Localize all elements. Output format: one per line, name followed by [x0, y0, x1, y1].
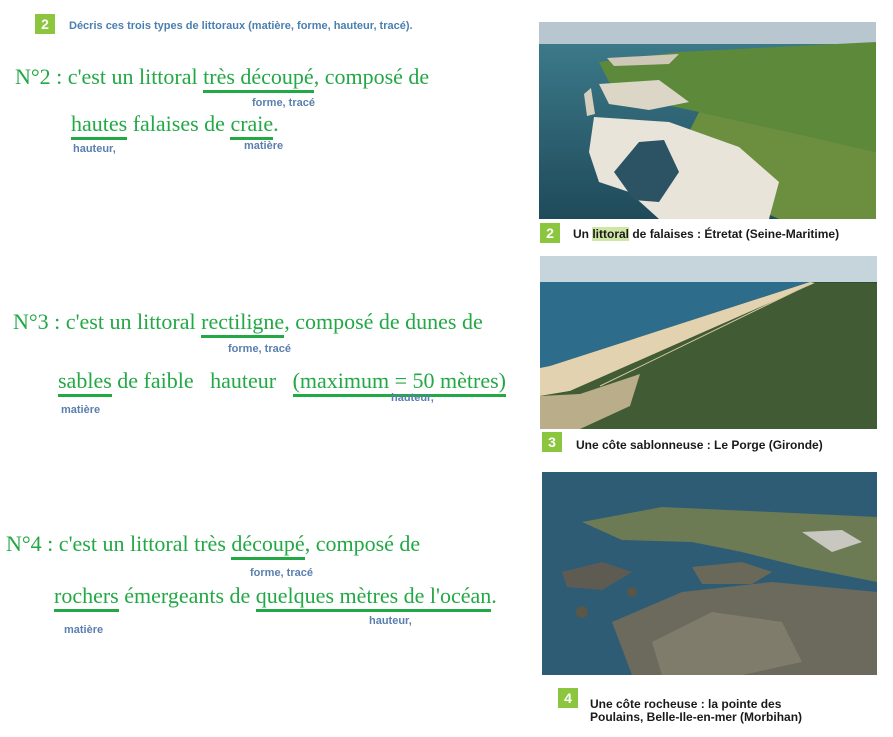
photo-pointe-des-poulains	[542, 472, 877, 675]
exercise-number-badge: 2	[35, 14, 55, 34]
underline-sables: sables	[58, 368, 112, 397]
photo-4-badge: 4	[558, 688, 578, 708]
underline-decoupe: découpé	[231, 531, 305, 560]
answer-3-line-2: sables de faible hauteur (maximum = 50 m…	[58, 368, 506, 397]
exercise-instruction: Décris ces trois types de littoraux (mat…	[69, 20, 413, 32]
photo-le-porge-beach	[540, 256, 877, 429]
answer-2-line-2: hautes falaises de craie.	[71, 111, 279, 140]
photo-3-caption: Une côte sablonneuse : Le Porge (Gironde…	[576, 438, 823, 452]
note-matiere: matière	[61, 404, 101, 416]
underline-craie: craie	[230, 111, 274, 140]
underline-quelques-metres: quelques mètres de l'océan	[255, 583, 492, 612]
note-hauteur: hauteur,	[369, 615, 412, 627]
note-forme-trace: forme, tracé	[252, 97, 315, 109]
answer-3-line-1: N°3 : c'est un littoral rectiligne, comp…	[13, 309, 483, 338]
note-forme-trace: forme, tracé	[250, 567, 313, 579]
underline-rectiligne: rectiligne	[201, 309, 285, 338]
photo-2-badge: 2	[540, 223, 560, 243]
underline-tres-decoupe: très découpé	[203, 64, 314, 93]
underline-hautes: hautes	[71, 111, 128, 140]
note-matiere: matière	[64, 624, 104, 636]
note-matiere: matière	[244, 140, 284, 152]
answer-2-line-1: N°2 : c'est un littoral très découpé, co…	[15, 64, 429, 93]
note-forme-trace: forme, tracé	[228, 343, 291, 355]
note-hauteur: hauteur,	[73, 143, 116, 155]
note-hauteur: hauteur,	[391, 392, 434, 404]
highlight-littoral: littoral	[592, 227, 630, 241]
answer-4-line-2: rochers émergeants de quelques mètres de…	[54, 583, 497, 612]
photo-etretat-cliffs	[539, 22, 876, 219]
photo-2-caption: Un littoral de falaises : Étretat (Seine…	[573, 227, 840, 241]
photo-3-badge: 3	[542, 432, 562, 452]
underline-rochers: rochers	[54, 583, 119, 612]
photo-4-caption-line-2: Poulains, Belle-Ile-en-mer (Morbihan)	[590, 710, 803, 724]
answer-4-line-1: N°4 : c'est un littoral très découpé, co…	[6, 531, 420, 560]
